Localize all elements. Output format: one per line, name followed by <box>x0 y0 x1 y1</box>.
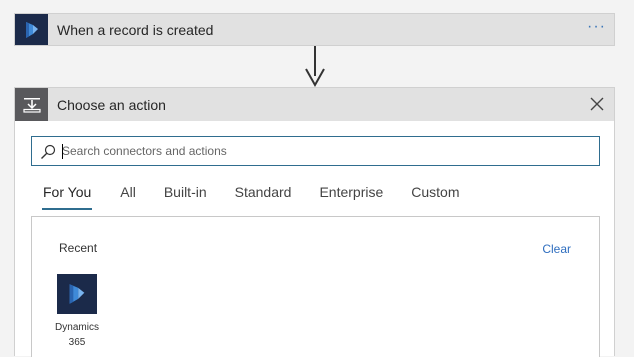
recent-heading: Recent <box>59 241 98 255</box>
tab-all[interactable]: All <box>120 184 136 210</box>
action-step-icon <box>15 88 48 121</box>
tab-enterprise[interactable]: Enterprise <box>319 184 383 210</box>
trigger-card[interactable]: When a record is created ··· <box>14 13 615 46</box>
flow-arrow-icon <box>305 68 325 88</box>
choose-action-card: Choose an action For You All Built-in St… <box>14 87 615 357</box>
close-icon[interactable] <box>590 97 604 111</box>
connector-label-line1: Dynamics <box>55 322 99 333</box>
choose-action-header: Choose an action <box>15 88 614 121</box>
trigger-title: When a record is created <box>57 22 214 38</box>
search-box[interactable] <box>31 136 600 166</box>
connector-tile-dynamics-365[interactable]: Dynamics 365 <box>51 274 103 350</box>
dynamics-365-icon <box>57 274 97 314</box>
choose-action-title: Choose an action <box>57 97 166 113</box>
dynamics-365-icon <box>15 14 48 45</box>
tab-for-you[interactable]: For You <box>42 184 93 210</box>
clear-recent-link[interactable]: Clear <box>542 242 571 256</box>
search-input[interactable] <box>62 141 582 161</box>
tab-standard[interactable]: Standard <box>235 184 292 210</box>
more-options-button[interactable]: ··· <box>587 18 606 36</box>
tab-built-in[interactable]: Built-in <box>164 184 207 210</box>
connector-tabs: For You All Built-in Standard Enterprise… <box>42 184 488 210</box>
tab-custom[interactable]: Custom <box>411 184 459 210</box>
connector-label-line2: 365 <box>68 337 86 348</box>
results-panel: Recent Clear Dynamics 365 <box>31 216 600 357</box>
search-icon <box>41 144 56 159</box>
connector-tile-label: Dynamics 365 <box>51 320 103 350</box>
text-caret <box>62 144 63 159</box>
